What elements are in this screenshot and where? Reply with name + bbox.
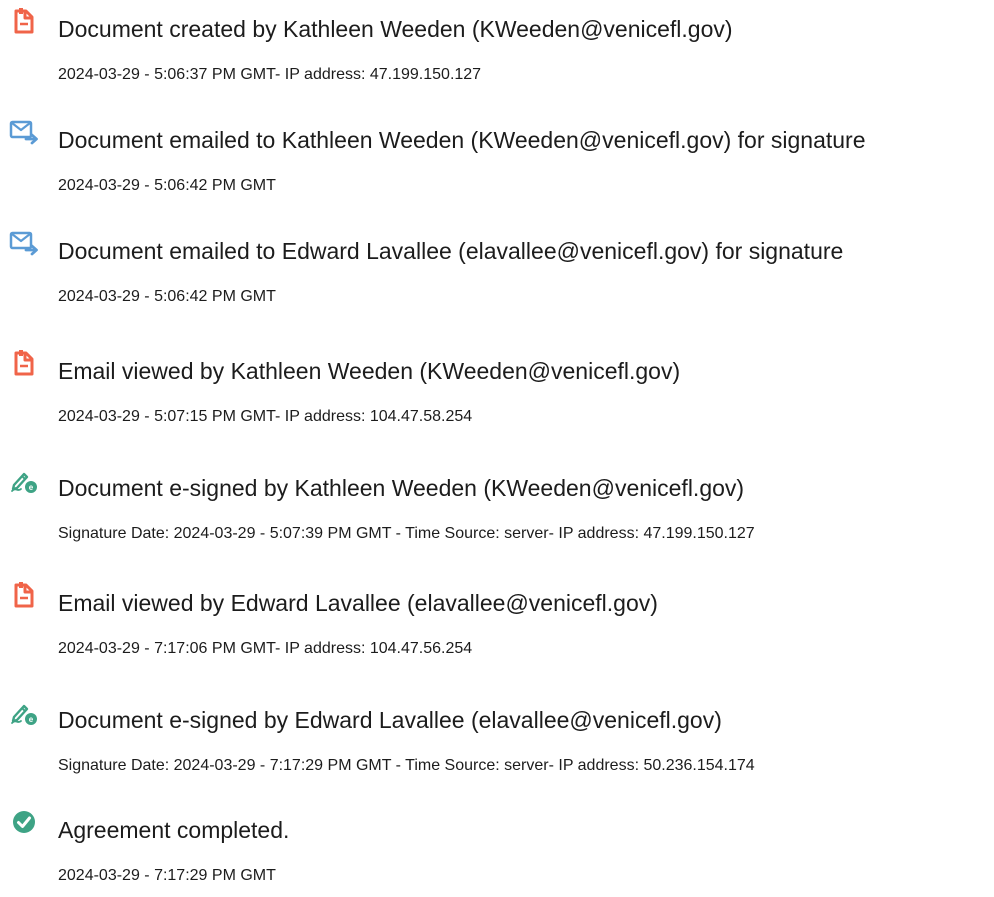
event-detail: 2024-03-29 - 5:06:37 PM GMT- IP address:… [58,66,482,83]
event-title: Email viewed by Edward Lavallee (elavall… [58,590,658,616]
document-icon [9,580,39,610]
event-detail: 2024-03-29 - 5:06:42 PM GMT [58,288,276,305]
audit-event-log: Document created by Kathleen Weeden (KWe… [0,0,994,884]
event-title: Document e-signed by Edward Lavallee (el… [58,707,722,733]
event-esigned-edward: e Document e-signed by Edward Lavallee (… [0,697,994,787]
document-icon [9,348,39,378]
event-title: Document emailed to Edward Lavallee (ela… [58,238,844,264]
event-document-created: Document created by Kathleen Weeden (KWe… [0,6,994,96]
event-email-viewed-kathleen: Email viewed by Kathleen Weeden (KWeeden… [0,348,994,438]
event-email-viewed-edward: Email viewed by Edward Lavallee (elavall… [0,580,994,670]
event-title: Document created by Kathleen Weeden (KWe… [58,16,733,42]
event-agreement-completed: Agreement completed. 2024-03-29 - 7:17:2… [0,807,994,897]
email-sent-icon [9,117,39,147]
event-detail: Signature Date: 2024-03-29 - 5:07:39 PM … [58,525,755,542]
document-icon [9,6,39,36]
event-emailed-edward: Document emailed to Edward Lavallee (ela… [0,228,994,318]
check-circle-icon [9,807,39,837]
svg-text:e: e [29,483,34,492]
event-title: Email viewed by Kathleen Weeden (KWeeden… [58,358,681,384]
event-detail: Signature Date: 2024-03-29 - 7:17:29 PM … [58,757,755,774]
event-detail: 2024-03-29 - 7:17:06 PM GMT- IP address:… [58,640,473,657]
event-detail: 2024-03-29 - 5:06:42 PM GMT [58,177,276,194]
event-title: Document e-signed by Kathleen Weeden (KW… [58,475,745,501]
svg-text:e: e [29,715,34,724]
event-esigned-kathleen: e Document e-signed by Kathleen Weeden (… [0,465,994,555]
email-sent-icon [9,228,39,258]
event-detail: 2024-03-29 - 7:17:29 PM GMT [58,867,276,884]
event-emailed-kathleen: Document emailed to Kathleen Weeden (KWe… [0,117,994,207]
e-sign-icon: e [9,697,39,727]
e-sign-icon: e [9,465,39,495]
event-title: Agreement completed. [58,817,290,843]
event-title: Document emailed to Kathleen Weeden (KWe… [58,127,866,153]
event-detail: 2024-03-29 - 5:07:15 PM GMT- IP address:… [58,408,473,425]
